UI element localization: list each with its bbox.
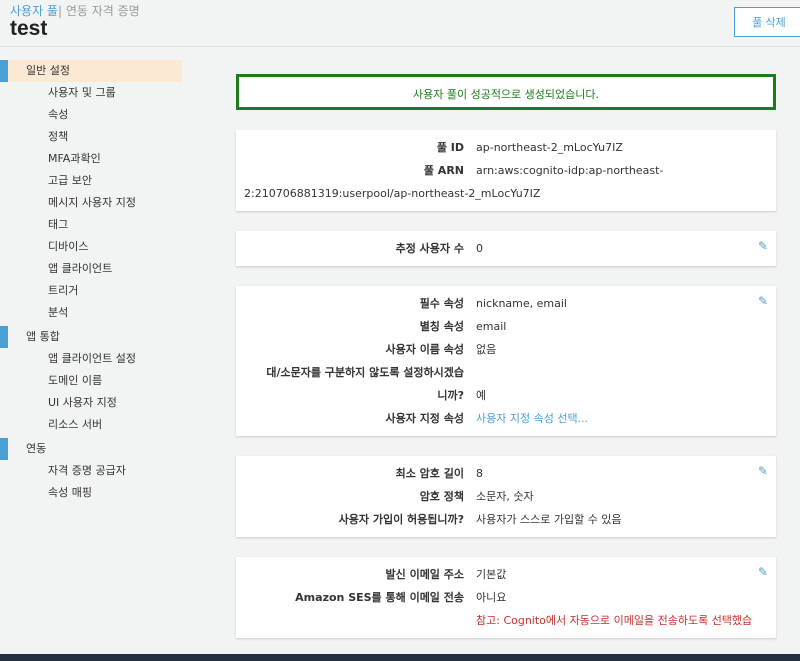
setting-row: 니까? 예	[236, 384, 776, 407]
setting-row: 2:210706881319:userpool/ap-northeast-2_m…	[236, 182, 776, 205]
crumb-user-pool[interactable]: 사용자 풀	[10, 4, 58, 18]
setting-value: arn:aws:cognito-idp:ap-northeast-	[476, 164, 664, 177]
setting-label: 필수 속성	[419, 297, 464, 310]
sidebar-item[interactable]: 도메인 이름	[0, 370, 182, 392]
setting-value: email	[476, 320, 507, 333]
crumb-federated[interactable]: 연동 자격 증명	[66, 4, 140, 18]
setting-label: Amazon SES를 통해 이메일 전송	[295, 591, 464, 604]
setting-row: 암호 정책 소문자, 숫자	[236, 485, 776, 508]
setting-row: 발신 이메일 주소 기본값	[236, 563, 776, 586]
sidebar-item[interactable]: 고급 보안	[0, 170, 182, 192]
edit-pencil-icon[interactable]: ✎	[758, 565, 768, 579]
setting-label: 사용자 가입이 허용됩니까?	[338, 513, 464, 526]
settings-card: 풀 ID ap-northeast-2_mLocYu7IZ 풀 ARN arn:aws…	[236, 130, 776, 211]
setting-label: 사용자 지정 속성	[385, 412, 465, 425]
settings-card: ✎ 필수 속성 nickname, email 별칭 속성 email 사용자 이름 속성…	[236, 286, 776, 436]
setting-row: 별칭 속성 email	[236, 315, 776, 338]
setting-label: 대/소문자를 구분하지 않도록 설정하시겠습	[266, 366, 464, 379]
page-title: test	[10, 17, 48, 40]
setting-label: 암호 정책	[419, 490, 464, 503]
setting-row: 사용자 이름 속성 없음	[236, 338, 776, 361]
setting-value: 2:210706881319:userpool/ap-northeast-2_m…	[244, 187, 541, 200]
setting-row: 최소 암호 길이 8	[236, 462, 776, 485]
settings-card: ✎ 추정 사용자 수 0	[236, 231, 776, 266]
setting-row: 추정 사용자 수 0	[236, 237, 776, 260]
edit-pencil-icon[interactable]: ✎	[758, 239, 768, 253]
setting-row: 대/소문자를 구분하지 않도록 설정하시겠습	[236, 361, 776, 384]
sidebar: 일반 설정 사용자 및 그룹 속성 정책 MFA과확인 고급 보안 메시지 사용자 지정 태그…	[0, 58, 182, 504]
setting-value: 사용자가 스스로 가입할 수 있음	[476, 513, 622, 526]
delete-pool-button[interactable]: 풀 삭제	[734, 7, 800, 37]
sidebar-section[interactable]: 연동	[0, 438, 182, 460]
sidebar-item[interactable]: 리소스 서버	[0, 414, 182, 436]
sidebar-section[interactable]: 앱 통합	[0, 326, 182, 348]
main-content: 사용자 풀이 성공적으로 생성되었습니다. 풀 ID ap-northeast-2…	[236, 74, 776, 638]
setting-value[interactable]: 사용자 지정 속성 선택...	[476, 407, 776, 430]
setting-label: 최소 암호 길이	[395, 467, 464, 480]
sidebar-item[interactable]: UI 사용자 지정	[0, 392, 182, 414]
sidebar-item[interactable]: 자격 증명 공급자	[0, 460, 182, 482]
setting-label: 풀 ID	[436, 141, 464, 154]
setting-value: 8	[476, 467, 483, 480]
setting-value: 소문자, 숫자	[476, 490, 534, 503]
edit-pencil-icon[interactable]: ✎	[758, 464, 768, 478]
setting-value: 아니요	[476, 591, 507, 604]
sidebar-item[interactable]: 사용자 및 그룹	[0, 82, 182, 104]
setting-label: 별칭 속성	[419, 320, 464, 333]
sidebar-item[interactable]: 트리거	[0, 280, 182, 302]
setting-value	[476, 361, 776, 384]
setting-row: 사용자 지정 속성 사용자 지정 속성 선택...	[236, 407, 776, 430]
setting-label: 발신 이메일 주소	[385, 568, 465, 581]
setting-row: 풀 ARN arn:aws:cognito-idp:ap-northeast-	[236, 159, 776, 182]
setting-value: 없음	[476, 343, 497, 356]
settings-card: ✎ 최소 암호 길이 8 암호 정책 소문자, 숫자사용자 가입이 허용됩니까? 사용자가…	[236, 456, 776, 537]
sidebar-item[interactable]: 디바이스	[0, 236, 182, 258]
setting-value: 기본값	[476, 568, 507, 581]
sidebar-item[interactable]: 태그	[0, 214, 182, 236]
setting-row: 필수 속성 nickname, email	[236, 292, 776, 315]
sidebar-item[interactable]: 분석	[0, 302, 182, 324]
sidebar-item[interactable]: 앱 클라이언트	[0, 258, 182, 280]
edit-pencil-icon[interactable]: ✎	[758, 294, 768, 308]
header: 사용자 풀| 연동 자격 증명 test 풀 삭제	[0, 0, 800, 47]
setting-label: 추정 사용자 수	[395, 242, 464, 255]
taskbar	[0, 654, 800, 661]
setting-value: 참고: Cognito에서 자동으로 이메일을 전송하도록 선택했습	[476, 614, 753, 627]
setting-label	[236, 609, 476, 632]
sidebar-item[interactable]: 앱 클라이언트 설정	[0, 348, 182, 370]
setting-row: Amazon SES를 통해 이메일 전송 아니요	[236, 586, 776, 609]
setting-value: 0	[476, 242, 483, 255]
setting-row: 풀 ID ap-northeast-2_mLocYu7IZ	[236, 136, 776, 159]
settings-card: ✎ 발신 이메일 주소 기본값 Amazon SES를 통해 이메일 전송 아니요참고:…	[236, 557, 776, 638]
setting-label: 니까?	[437, 389, 464, 402]
setting-value: 예	[476, 389, 487, 402]
setting-label: 사용자 이름 속성	[385, 343, 465, 356]
setting-value: nickname, email	[476, 297, 567, 310]
setting-row: 참고: Cognito에서 자동으로 이메일을 전송하도록 선택했습	[236, 609, 776, 632]
setting-row: 사용자 가입이 허용됩니까? 사용자가 스스로 가입할 수 있음	[236, 508, 776, 531]
sidebar-section[interactable]: 일반 설정	[0, 60, 182, 82]
sidebar-item[interactable]: 정책	[0, 126, 182, 148]
sidebar-item[interactable]: 속성	[0, 104, 182, 126]
setting-value: ap-northeast-2_mLocYu7IZ	[476, 141, 623, 154]
sidebar-item[interactable]: MFA과확인	[0, 148, 182, 170]
sidebar-item[interactable]: 속성 매핑	[0, 482, 182, 504]
sidebar-item[interactable]: 메시지 사용자 지정	[0, 192, 182, 214]
setting-label: 풀 ARN	[423, 164, 464, 177]
success-banner: 사용자 풀이 성공적으로 생성되었습니다.	[236, 74, 776, 110]
